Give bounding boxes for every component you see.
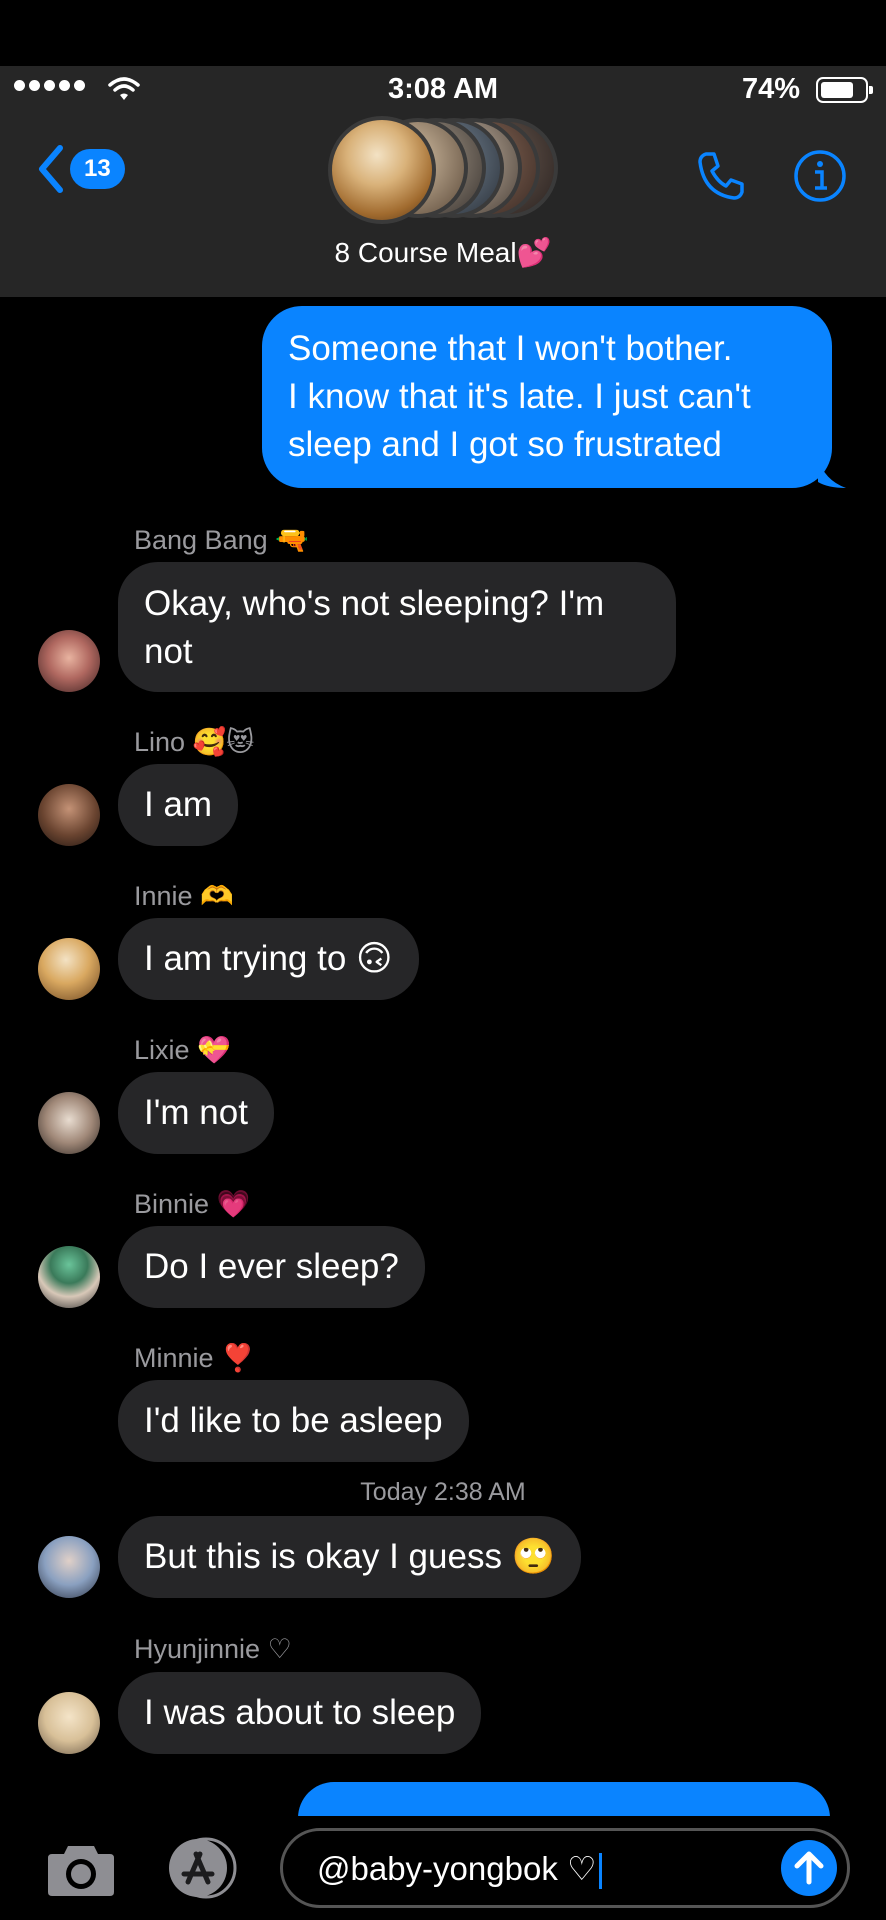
incoming-message-bubble[interactable]: I'm not	[118, 1072, 274, 1154]
send-button[interactable]	[781, 1840, 837, 1896]
incoming-message-bubble[interactable]: Do I ever sleep?	[118, 1226, 425, 1308]
outgoing-message-bubble[interactable]: Someone that I won't bother. I know that…	[262, 306, 832, 488]
avatar[interactable]	[38, 1092, 100, 1154]
bubble-tail	[818, 458, 846, 488]
group-member-avatar	[328, 116, 436, 224]
message-line: Do I ever sleep?	[144, 1247, 399, 1286]
app-store-button[interactable]	[162, 1836, 242, 1900]
phone-icon[interactable]	[692, 148, 748, 204]
message-line: I know that it's late. I just can't	[288, 377, 751, 416]
app-store-icon	[169, 1837, 237, 1899]
battery-percentage: 74%	[741, 73, 800, 105]
sender-name: Lixie 💝	[134, 1035, 231, 1065]
timestamp-day: Today	[360, 1478, 428, 1506]
back-button[interactable]: 13	[36, 144, 125, 194]
message-input[interactable]: @baby-yongbok ♡	[280, 1828, 850, 1908]
timestamp: Today 2:38 AM	[0, 1478, 886, 1507]
sender-name: Hyunjinnie ♡	[134, 1634, 292, 1664]
sender-name: Innie 🫶	[134, 881, 234, 911]
group-avatar-stack[interactable]	[328, 116, 558, 224]
avatar[interactable]	[38, 1536, 100, 1598]
sender-name: Lino 🥰😻	[134, 727, 255, 757]
camera-icon[interactable]	[46, 1840, 116, 1898]
avatar[interactable]	[38, 1246, 100, 1308]
message-line: I'm not	[144, 1093, 248, 1132]
group-name-emoji: 💕	[516, 237, 552, 268]
battery-icon	[816, 77, 873, 103]
group-name[interactable]: 8 Course Meal💕	[0, 236, 886, 269]
incoming-message-bubble[interactable]: I'd like to be asleep	[118, 1380, 469, 1462]
unread-count-badge: 13	[70, 149, 125, 189]
message-line: I am	[144, 785, 213, 824]
text-caret	[598, 1853, 602, 1890]
sender-name: Minnie ❣️	[134, 1343, 255, 1373]
avatar[interactable]	[38, 1692, 100, 1754]
timestamp-time: 2:38 AM	[433, 1478, 526, 1506]
send-arrow-icon	[794, 1851, 824, 1885]
incoming-message-bubble[interactable]: Okay, who's not sleeping? I'm not	[118, 562, 676, 692]
message-line: sleep and I got so frustrated	[288, 425, 722, 464]
message-line: Someone that I won't bother.	[288, 329, 733, 368]
avatar[interactable]	[38, 630, 100, 692]
message-line: I am trying to 🙃	[144, 939, 393, 978]
sender-name: Binnie 💗	[134, 1189, 251, 1219]
incoming-message-bubble[interactable]: I am trying to 🙃	[118, 918, 419, 1000]
message-input-text: @baby-yongbok ♡	[317, 1849, 602, 1890]
chevron-left-icon	[39, 145, 63, 193]
avatar[interactable]	[38, 938, 100, 1000]
message-line: But this is okay I guess 🙄	[144, 1537, 556, 1576]
message-line: not	[144, 632, 193, 671]
incoming-message-bubble[interactable]: I was about to sleep	[118, 1672, 482, 1754]
message-line: I was about to sleep	[144, 1693, 456, 1732]
message-line: I'd like to be asleep	[144, 1401, 443, 1440]
incoming-message-bubble[interactable]: I am	[118, 764, 239, 846]
message-line: Okay, who's not sleeping? I'm	[144, 584, 605, 623]
incoming-message-bubble[interactable]: But this is okay I guess 🙄	[118, 1516, 582, 1598]
group-name-text: 8 Course Meal	[334, 237, 517, 268]
info-icon[interactable]	[792, 148, 848, 204]
sender-name: Bang Bang 🔫	[134, 525, 309, 555]
avatar[interactable]	[38, 784, 100, 846]
